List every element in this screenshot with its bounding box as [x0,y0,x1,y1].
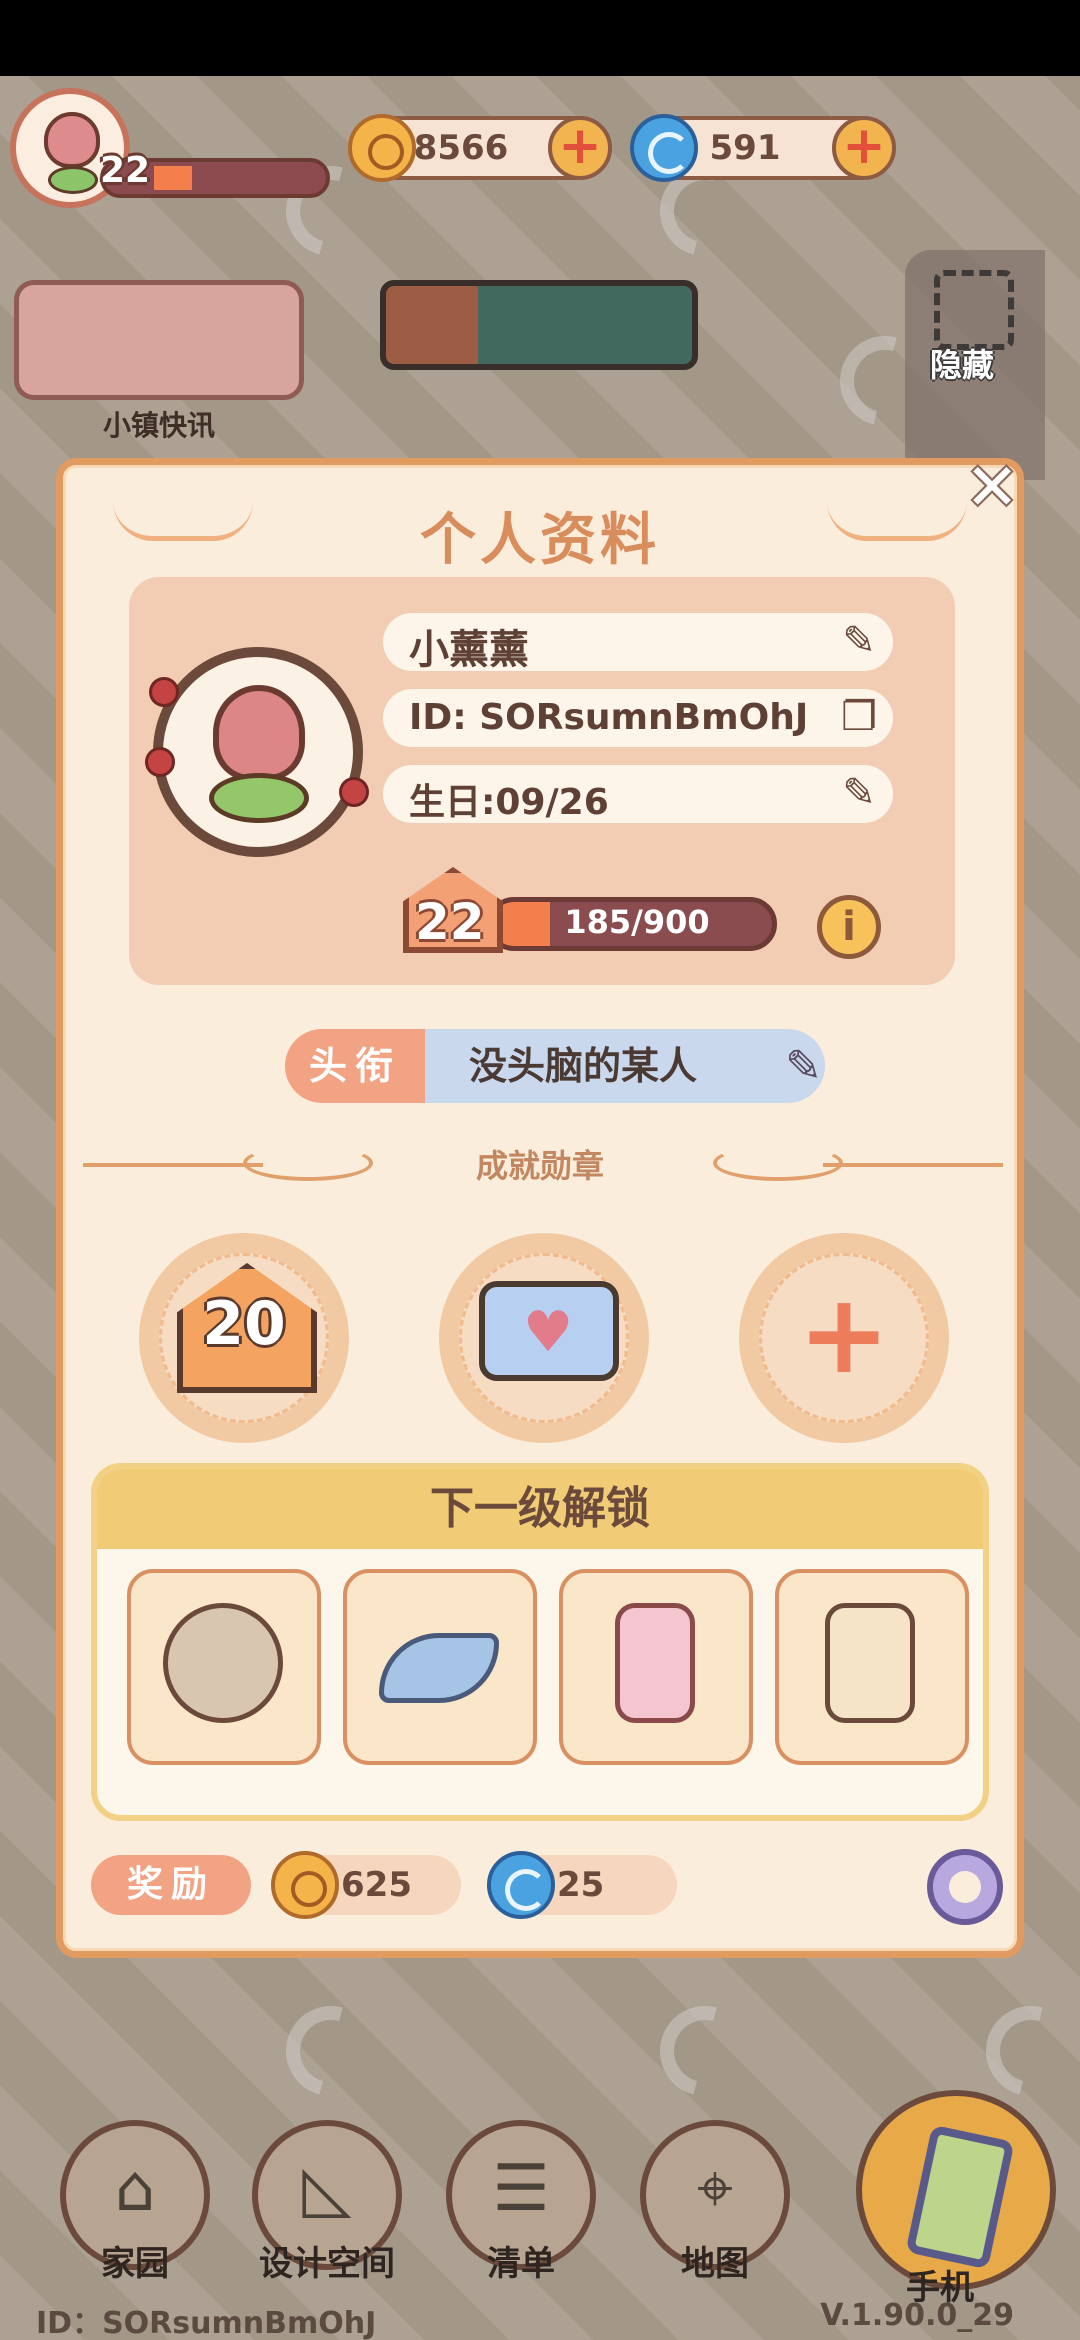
ruler-triangle-icon: ◺ [302,2152,352,2226]
add-achievement-badge-slot[interactable]: + [739,1233,949,1443]
title-value: 没头脑的某人 [425,1029,825,1103]
soap-dispenser-icon [615,1603,695,1723]
unlock-item-soap-dispenser[interactable] [559,1569,753,1765]
town-news-label: 小镇快讯 [102,409,215,442]
reward-row: 奖励 625 25 [91,1849,1003,1925]
profile-dialog: 个人资料 小薰薰 ✎ ID: SORsumnBmOhJ ❐ 生日:09/26 ✎… [56,458,1024,1958]
footer-player-id: ID：SORsumnBmOhJ [36,2306,377,2340]
plus-icon: + [797,1270,891,1398]
next-level-unlock-panel: 下一级解锁 [91,1463,989,1821]
achievement-badge-level-20[interactable]: 20 [139,1233,349,1443]
rose-icon [145,747,175,777]
player-id-field: ID: SORsumnBmOhJ ❐ [383,689,893,747]
leaf-icon [209,773,309,823]
player-level-mini: 22 [100,150,151,191]
achievement-badge-heart[interactable]: ♥ [439,1233,649,1443]
player-title-row: 头衔 没头脑的某人 ✎ [285,1029,845,1103]
unlock-item-towel-basket[interactable] [127,1569,321,1765]
level-info-button[interactable]: i [817,895,881,959]
moon-decoration [269,1989,393,2113]
birthday-field: 生日:09/26 ✎ [383,765,893,823]
gold-coin-icon [348,114,416,182]
nav-list-label: 清单 [487,2244,555,2284]
toothbrush-cup-icon [825,1603,915,1723]
unlock-items-strip[interactable] [127,1569,987,1769]
unlock-item-bath-brush[interactable] [343,1569,537,1765]
next-level-unlock-header: 下一级解锁 [97,1469,983,1549]
heart-speech-bubble-icon: ♥ [479,1281,619,1381]
reward-gold-value: 625 [341,1865,412,1905]
reward-tag: 奖励 [91,1855,251,1915]
tulip-icon [213,685,305,781]
add-gold-button[interactable]: + [548,116,612,180]
reward-gem-value: 25 [557,1865,605,1905]
title-tag: 头衔 [285,1029,425,1103]
profile-info-card: 小薰薰 ✎ ID: SORsumnBmOhJ ❐ 生日:09/26 ✎ 185/… [129,577,955,985]
rose-icon [149,677,179,707]
gold-coin-icon [271,1851,339,1919]
towel-basket-icon [163,1603,283,1723]
blue-swirl-gem-icon [630,114,698,182]
blue-swirl-gem-icon [487,1851,555,1919]
nav-design-label: 设计空间 [259,2244,395,2284]
settings-gear-icon[interactable] [927,1849,1003,1925]
player-id-text: ID: SORsumnBmOhJ [409,697,809,738]
nickname-text: 小薰薰 [409,627,529,673]
birthday-text: 生日:09/26 [409,782,609,823]
rose-icon [339,777,369,807]
map-pin-icon: ⌖ [696,2152,734,2226]
hide-ui-icon[interactable] [934,270,1014,350]
nav-map-label: 地图 [681,2244,749,2284]
badge-level-number: 20 [202,1289,286,1359]
checklist-icon: ☰ [492,2152,550,2226]
edit-birthday-pencil-icon[interactable]: ✎ [833,767,885,819]
event-banner[interactable] [380,280,698,370]
divider-line-right [823,1163,1003,1167]
copy-id-icon[interactable]: ❐ [833,691,885,743]
player-level: 22 [415,893,485,951]
house-icon: ⌂ [114,2152,156,2226]
reward-gold: 625 [271,1851,461,1919]
status-bar [0,0,1080,76]
leaf-icon [48,166,98,194]
bath-brush-icon [379,1633,499,1703]
xp-progress-text: 185/900 [564,903,710,941]
unlock-item-toothbrush-cup[interactable] [775,1569,969,1765]
reward-gem: 25 [487,1851,677,1919]
nickname-field: 小薰薰 ✎ [383,613,893,673]
moon-decoration [643,1989,767,2113]
edit-title-pencil-icon[interactable]: ✎ [785,1037,845,1097]
add-gem-button[interactable]: + [832,116,896,180]
profile-avatar[interactable] [145,647,369,857]
close-dialog-button[interactable]: ✕ [960,456,1024,522]
phone-icon [905,2124,1015,2270]
edit-name-pencil-icon[interactable]: ✎ [833,615,885,667]
town-news-card[interactable] [14,280,304,400]
nav-home-label: 家园 [101,2244,169,2284]
dialog-title: 个人资料 [420,508,660,573]
footer-version: V.1.90.0_29 [820,2298,1014,2333]
tulip-icon [44,112,100,168]
hide-ui-label[interactable]: 隐藏 [930,340,994,386]
